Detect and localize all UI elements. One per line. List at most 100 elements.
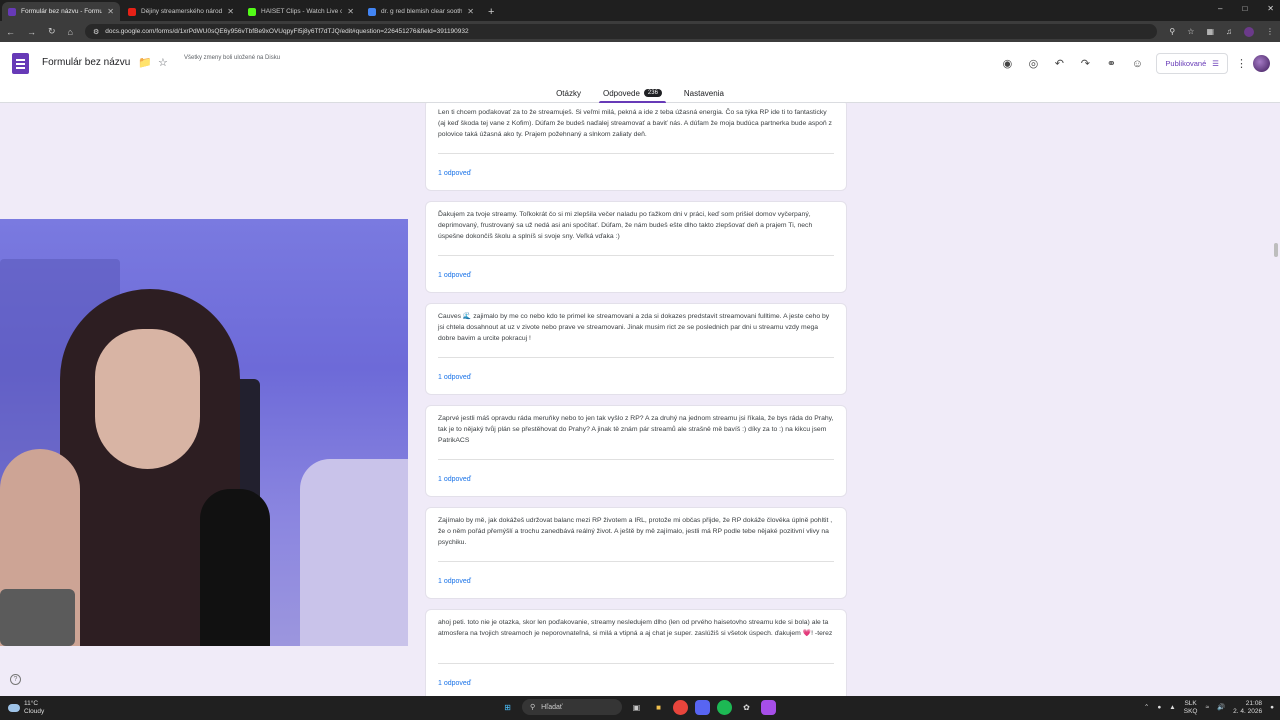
- forward-icon[interactable]: →: [27, 27, 36, 37]
- notification-icon[interactable]: ●: [1270, 704, 1274, 712]
- keyboard-code: SKQ: [1183, 708, 1198, 715]
- star-icon[interactable]: ☆: [158, 56, 168, 69]
- browser-tab[interactable]: Formulár bez názvu - Formulár ✕: [2, 2, 120, 21]
- forms-logo-icon[interactable]: [12, 53, 29, 74]
- scrollbar[interactable]: [1274, 243, 1278, 257]
- restore-icon[interactable]: □: [1242, 4, 1247, 13]
- tab-title: HAISET Clips - Watch Live o: [261, 8, 343, 15]
- tab-close-icon[interactable]: ✕: [107, 7, 114, 16]
- minimize-icon[interactable]: –: [1218, 4, 1222, 13]
- weather-temp: 11°C: [24, 700, 39, 707]
- tab-questions-label: Otázky: [556, 88, 581, 98]
- tune-icon: ☰: [1212, 59, 1219, 68]
- link-icon[interactable]: ⚭: [1098, 57, 1124, 70]
- extensions-icon[interactable]: ▦: [1206, 27, 1214, 36]
- response-card: Cauves 🌊 zajimalo by me co nebo kdo te p…: [425, 303, 847, 395]
- zoom-icon[interactable]: ⚲: [1169, 27, 1175, 36]
- browser-menu-icon[interactable]: ⋮: [1266, 27, 1274, 36]
- tab-title: Dějiny streamerského národa: [141, 8, 223, 15]
- bookmark-star-icon[interactable]: ☆: [1187, 27, 1194, 36]
- weather-widget[interactable]: 11°C Cloudy: [8, 700, 44, 716]
- taskbar-search[interactable]: ⚲ Hľadať: [522, 699, 622, 715]
- add-collaborator-icon[interactable]: ☺: [1124, 58, 1150, 70]
- site-info-icon[interactable]: ⚙: [93, 28, 99, 36]
- more-options-icon[interactable]: ⋮: [1236, 57, 1247, 70]
- start-icon[interactable]: ⊞: [500, 700, 515, 715]
- response-card: ahoj peti. toto nie je otazka, skor len …: [425, 609, 847, 696]
- response-text: Cauves 🌊 zajimalo by me co nebo kdo te p…: [438, 313, 830, 342]
- tray-app2-icon[interactable]: ▲: [1169, 704, 1175, 712]
- taskbar: 11°C Cloudy ⊞ ⚲ Hľadať ▣ ■ ✿ ⌃ ● ▲ SLK S…: [0, 696, 1280, 720]
- volume-icon[interactable]: 🔊: [1217, 704, 1225, 712]
- response-card: Len ti chcem poďakovať za to že streamuj…: [425, 103, 847, 191]
- responses-count-badge: 236: [643, 89, 662, 97]
- divider: [438, 561, 834, 562]
- spotify-icon[interactable]: [717, 699, 732, 715]
- discord-icon[interactable]: [695, 699, 710, 715]
- form-tabs: Otázky Odpovede 236 Nastavenia: [0, 83, 1280, 103]
- response-count-link[interactable]: 1 odpoveď: [438, 680, 471, 687]
- browser-tab[interactable]: Dějiny streamerského národa ✕: [122, 2, 240, 21]
- response-card: Ďakujem za tvoje streamy. Toľkokrát čo s…: [425, 201, 847, 293]
- tab-close-icon[interactable]: ✕: [467, 7, 474, 16]
- home-icon[interactable]: ⌂: [68, 27, 73, 37]
- task-view-icon[interactable]: ▣: [629, 700, 644, 715]
- url-text: docs.google.com/forms/d/1xrPdWU0sQE6y956…: [105, 28, 469, 35]
- response-count-link[interactable]: 1 odpoveď: [438, 578, 471, 585]
- tab-favicon-icon: [128, 7, 136, 16]
- response-text: Zaprvé jestli máš opravdu ráda meruňky n…: [438, 415, 834, 444]
- form-title[interactable]: Formulár bez názvu: [42, 57, 130, 68]
- language-indicator[interactable]: SLK SKQ: [1184, 700, 1198, 716]
- language-code: SLK: [1184, 700, 1197, 707]
- profile-icon[interactable]: [1244, 26, 1254, 37]
- reload-icon[interactable]: ↻: [48, 26, 56, 37]
- response-count-link[interactable]: 1 odpoveď: [438, 476, 471, 483]
- file-explorer-icon[interactable]: ■: [651, 700, 666, 715]
- response-count-link[interactable]: 1 odpoveď: [438, 170, 471, 177]
- tab-close-icon[interactable]: ✕: [227, 7, 234, 16]
- url-field[interactable]: ⚙ docs.google.com/forms/d/1xrPdWU0sQE6y9…: [84, 24, 1158, 39]
- undo-icon[interactable]: ↶: [1046, 57, 1072, 70]
- cloud-icon: [8, 704, 20, 712]
- obs-icon[interactable]: [761, 699, 776, 715]
- window-controls: – □ ✕: [1218, 4, 1274, 13]
- app-icon[interactable]: ✿: [739, 700, 754, 715]
- new-tab-button[interactable]: +: [488, 2, 494, 21]
- preview-eye-icon[interactable]: ◎: [1020, 57, 1046, 70]
- weather-desc: Cloudy: [24, 708, 45, 715]
- tab-settings[interactable]: Nastavenia: [680, 83, 728, 103]
- browser-tab[interactable]: dr. g red blemish clear soothin ✕: [362, 2, 480, 21]
- wifi-icon[interactable]: ≈: [1205, 704, 1209, 712]
- webcam-overlay: [0, 219, 408, 646]
- response-count-link[interactable]: 1 odpoveď: [438, 272, 471, 279]
- browser-tab-strip: Formulár bez názvu - Formulár ✕ Dějiny str…: [0, 0, 1280, 21]
- browser-tab[interactable]: HAISET Clips - Watch Live o ✕: [242, 2, 360, 21]
- chrome-icon[interactable]: [673, 699, 688, 715]
- divider: [438, 459, 834, 460]
- tab-questions[interactable]: Otázky: [552, 83, 585, 103]
- address-bar: ← → ↻ ⌂ ⚙ docs.google.com/forms/d/1xrPdW…: [0, 21, 1280, 42]
- divider: [438, 153, 834, 154]
- response-text: Len ti chcem poďakovať za to že streamuj…: [438, 109, 832, 138]
- response-count-link[interactable]: 1 odpoveď: [438, 374, 471, 381]
- close-window-icon[interactable]: ✕: [1267, 4, 1274, 13]
- redo-icon[interactable]: ↷: [1072, 57, 1098, 70]
- help-icon[interactable]: ?: [10, 674, 21, 685]
- response-card: Zajímalo by mě, jak dokážeš udržovat bal…: [425, 507, 847, 599]
- search-icon: ⚲: [530, 704, 536, 711]
- header-actions: ◉ ◎ ↶ ↷ ⚭ ☺ Publikované ☰ ⋮: [994, 53, 1280, 74]
- tray-chevron-icon[interactable]: ⌃: [1144, 704, 1149, 712]
- palette-icon[interactable]: ◉: [994, 57, 1020, 70]
- divider: [438, 255, 834, 256]
- publish-button[interactable]: Publikované ☰: [1156, 53, 1228, 74]
- avatar[interactable]: [1253, 55, 1270, 72]
- clock[interactable]: 21:08 2. 4. 2026: [1233, 700, 1262, 716]
- tray-app-icon[interactable]: ●: [1157, 704, 1161, 712]
- divider: [438, 357, 834, 358]
- back-icon[interactable]: ←: [6, 27, 15, 37]
- tab-responses[interactable]: Odpovede 236: [598, 83, 666, 103]
- media-icon[interactable]: ♫: [1226, 27, 1232, 36]
- tab-favicon-icon: [368, 7, 376, 16]
- folder-icon[interactable]: 📁: [138, 56, 152, 69]
- tab-close-icon[interactable]: ✕: [347, 7, 354, 16]
